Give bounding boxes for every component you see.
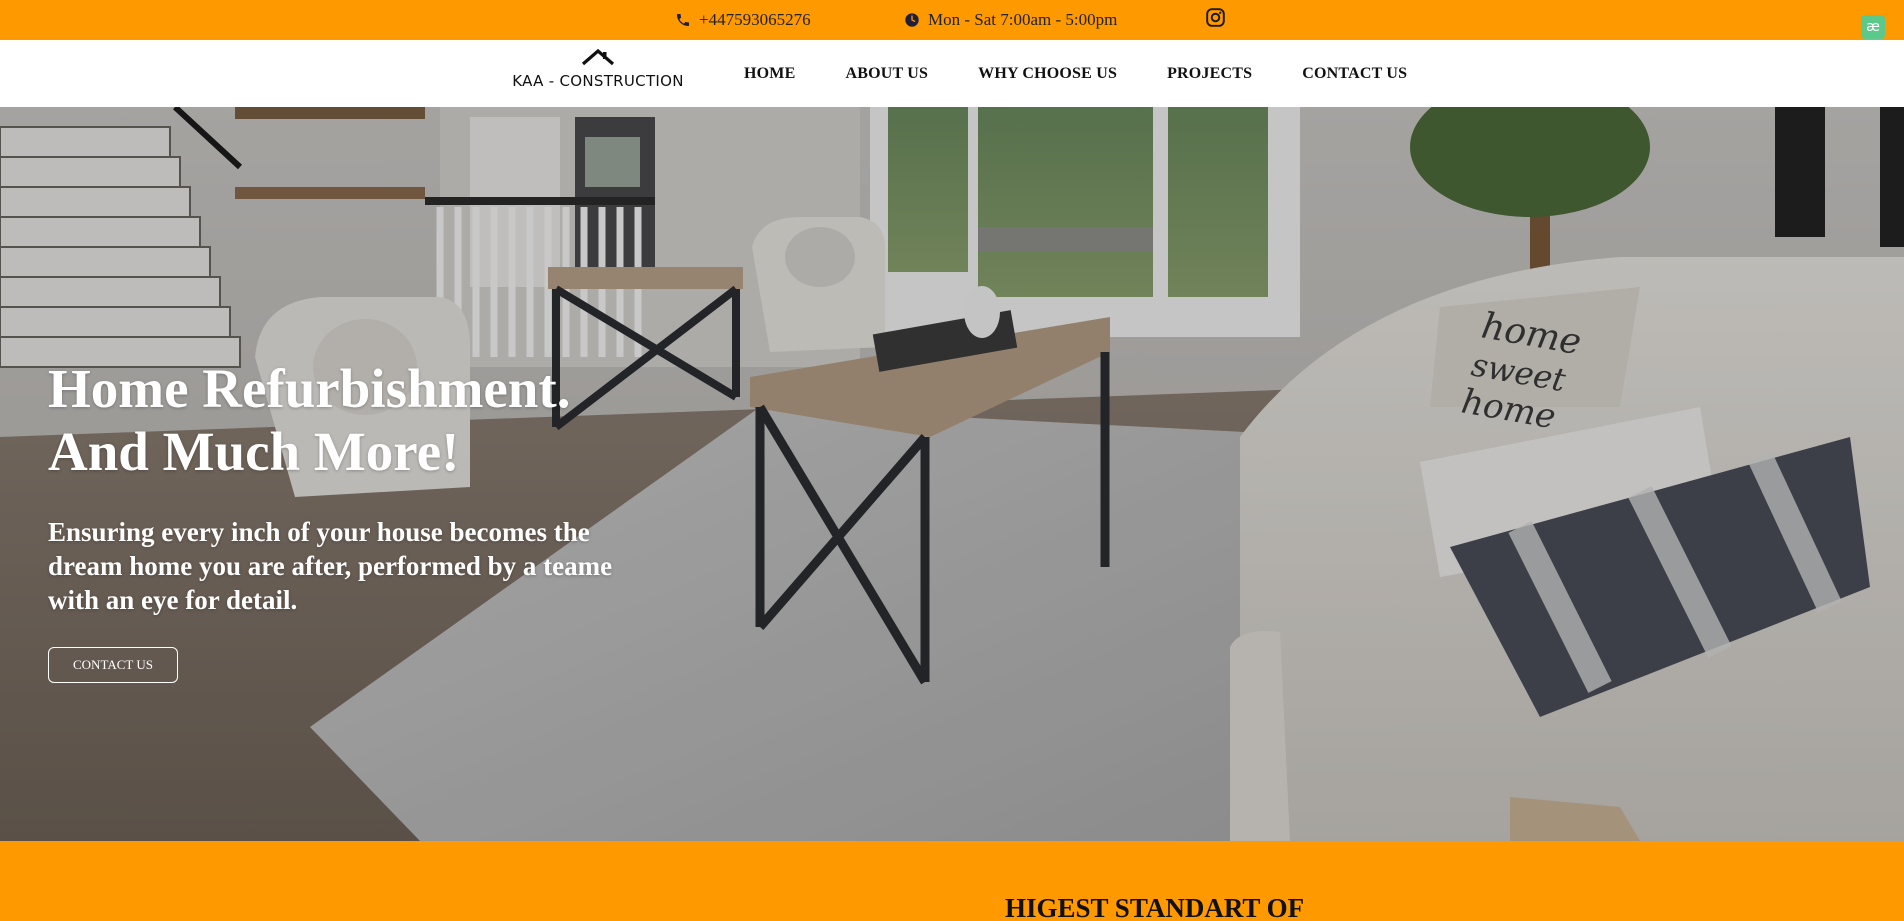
main-navigation: KAA - CONSTRUCTION HOME ABOUT US WHY CHO… xyxy=(0,40,1904,107)
standards-section: HIGEST STANDART OF xyxy=(0,841,1904,921)
hero-section: home sweet home Home Refurbishment. And … xyxy=(0,107,1904,841)
hero-contact-button[interactable]: CONTACT US xyxy=(48,647,178,683)
extension-badge-icon[interactable]: æ xyxy=(1861,15,1885,39)
hero-title-line-2: And Much More! xyxy=(48,421,460,482)
house-roof-icon xyxy=(580,48,616,70)
phone-contact[interactable]: +447593065276 xyxy=(675,0,811,40)
nav-item-projects[interactable]: PROJECTS xyxy=(1167,65,1252,83)
hero-subtitle: Ensuring every inch of your house become… xyxy=(48,517,613,615)
hero-title-line-1: Home Refurbishment. xyxy=(48,358,571,419)
phone-number: +447593065276 xyxy=(699,10,811,29)
phone-icon xyxy=(675,12,691,28)
section-heading: HIGEST STANDART OF xyxy=(1005,893,1305,921)
top-info-bar: +447593065276 Mon - Sat 7:00am - 5:00pm … xyxy=(0,0,1904,40)
clock-icon xyxy=(904,12,920,28)
hero-title: Home Refurbishment. And Much More! xyxy=(48,357,748,483)
opening-hours: Mon - Sat 7:00am - 5:00pm xyxy=(904,0,1117,40)
hours-text: Mon - Sat 7:00am - 5:00pm xyxy=(928,10,1118,29)
instagram-link[interactable] xyxy=(1205,0,1226,40)
nav-item-about-us[interactable]: ABOUT US xyxy=(845,65,928,83)
nav-item-contact-us[interactable]: CONTACT US xyxy=(1302,65,1407,83)
nav-item-why-choose-us[interactable]: WHY CHOOSE US xyxy=(978,65,1117,83)
instagram-icon xyxy=(1205,7,1226,33)
logo-text: KAA - CONSTRUCTION xyxy=(512,72,684,90)
site-logo[interactable]: KAA - CONSTRUCTION xyxy=(510,48,686,100)
nav-menu: HOME ABOUT US WHY CHOOSE US PROJECTS CON… xyxy=(744,40,1457,107)
nav-item-home[interactable]: HOME xyxy=(744,65,795,83)
